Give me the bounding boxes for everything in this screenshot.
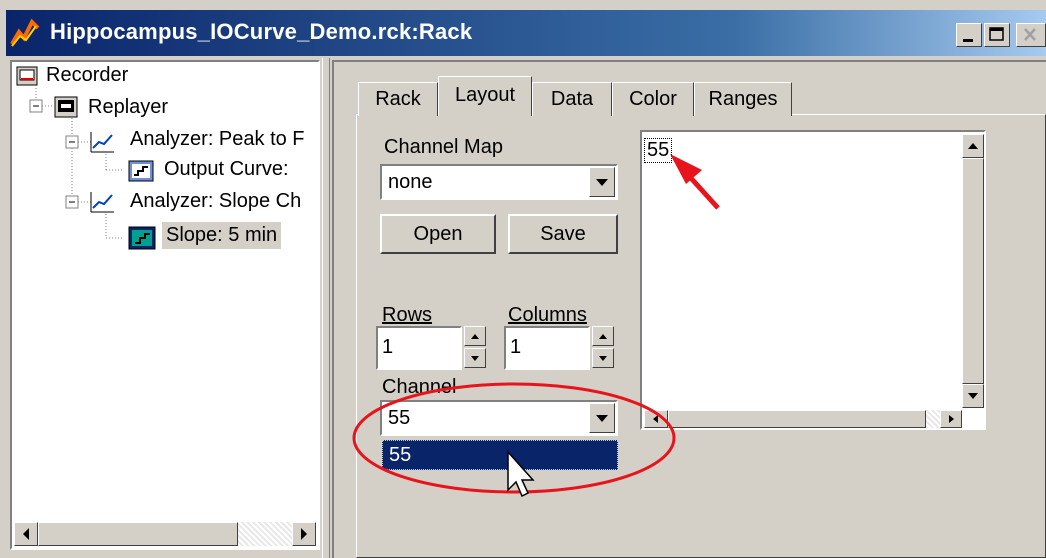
grid-scroll-up-button[interactable] [962, 134, 984, 158]
output-curve-icon [128, 160, 154, 182]
arrow-up-icon [968, 143, 978, 149]
tab-ranges[interactable]: Ranges [694, 82, 792, 116]
rack-window: Hippocampus_IOCurve_Demo.rck:Rack Record… [0, 0, 1046, 558]
tree-item-replayer[interactable]: Replayer [88, 96, 168, 119]
grid-hscroll-track[interactable] [926, 410, 940, 428]
grid-hscroll-thumb[interactable] [668, 410, 926, 428]
minimize-button[interactable] [956, 23, 982, 47]
grid-cell-55[interactable]: 55 [644, 138, 673, 163]
channel-option[interactable]: 55 [382, 440, 618, 470]
arrow-left-icon [653, 415, 658, 423]
open-button[interactable]: Open [380, 214, 496, 254]
channel-dropdown-button[interactable] [589, 403, 615, 433]
scroll-left-button[interactable] [14, 522, 38, 546]
arrow-up-icon [599, 334, 607, 339]
arrow-right-icon [301, 528, 307, 540]
tree-item-analyzer-peak[interactable]: Analyzer: Peak to F [130, 128, 305, 151]
chevron-down-icon [596, 415, 608, 422]
tree-item-analyzer-slope[interactable]: Analyzer: Slope Ch [130, 190, 301, 213]
window-title: Hippocampus_IOCurve_Demo.rck:Rack [50, 19, 473, 44]
rows-label: Rows [382, 304, 433, 326]
grid-scroll-down-button[interactable] [962, 384, 984, 408]
replayer-icon [54, 96, 78, 118]
grid-scroll-left-button[interactable] [644, 410, 668, 428]
analyzer-icon [90, 132, 114, 153]
maximize-button[interactable] [984, 23, 1010, 47]
tab-color[interactable]: Color [612, 82, 694, 116]
rows-spin-up[interactable] [464, 326, 486, 346]
tree-horizontal-scrollbar[interactable] [14, 522, 316, 546]
maximize-icon [989, 27, 1004, 41]
rows-input[interactable]: 1 [376, 326, 462, 370]
arrow-down-icon [599, 356, 607, 361]
columns-label: Columns [508, 304, 587, 326]
arrow-down-icon [471, 356, 479, 361]
rows-spin-down[interactable] [464, 348, 486, 368]
arrow-left-icon [23, 528, 29, 540]
save-button[interactable]: Save [508, 214, 618, 254]
title-bar[interactable]: Hippocampus_IOCurve_Demo.rck:Rack [6, 10, 1046, 56]
channel-map-label: Channel Map [384, 136, 503, 158]
channel-map-value: none [388, 171, 433, 193]
layout-grid[interactable]: 55 [640, 130, 986, 430]
app-icon [10, 18, 40, 47]
rack-tree[interactable]: Recorder Replayer Analyzer: Peak to F Ou… [10, 60, 320, 550]
channel-label: Channel [382, 376, 457, 398]
tree-item-recorder[interactable]: Recorder [46, 64, 128, 87]
minimize-icon [963, 39, 973, 42]
columns-spin-down[interactable] [592, 348, 614, 368]
channel-map-dropdown-button[interactable] [589, 167, 615, 197]
grid-scroll-right-button[interactable] [940, 410, 962, 428]
columns-value: 1 [510, 336, 522, 358]
tab-rack[interactable]: Rack [358, 82, 438, 116]
pane-splitter[interactable] [322, 58, 330, 558]
channel-map-select[interactable]: none [380, 164, 618, 200]
scroll-thumb[interactable] [38, 522, 238, 546]
chevron-down-icon [596, 179, 608, 186]
tree-item-slope[interactable]: Slope: 5 min [162, 222, 282, 249]
analyzer-icon [90, 192, 114, 213]
channel-value: 55 [388, 407, 411, 429]
recorder-icon [16, 66, 38, 86]
columns-input[interactable]: 1 [504, 326, 590, 370]
channel-select[interactable]: 55 [380, 400, 618, 436]
close-icon [1024, 28, 1036, 41]
scroll-right-button[interactable] [292, 522, 316, 546]
close-button[interactable] [1016, 23, 1046, 47]
tab-data[interactable]: Data [532, 82, 612, 116]
tree-item-output-curve[interactable]: Output Curve: [164, 158, 289, 181]
rows-value: 1 [382, 336, 394, 358]
arrow-right-icon [949, 415, 954, 423]
grid-vscroll-thumb[interactable] [962, 158, 984, 384]
arrow-down-icon [968, 393, 978, 399]
tab-layout[interactable]: Layout [438, 76, 532, 116]
columns-spin-up[interactable] [592, 326, 614, 346]
slope-icon [128, 226, 156, 250]
arrow-up-icon [471, 334, 479, 339]
